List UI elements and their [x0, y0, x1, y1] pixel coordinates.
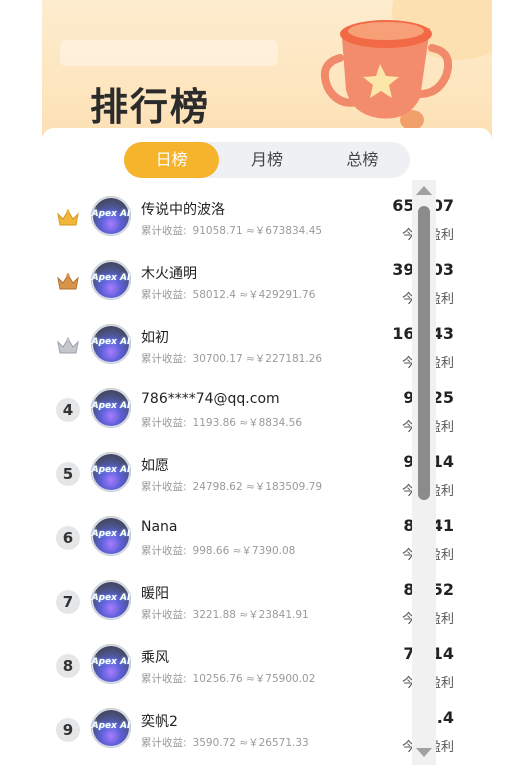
tab-daily[interactable]: 日榜: [124, 142, 220, 178]
cumulative-earnings: 累计收益: 3590.72 ≈￥26571.33: [141, 737, 309, 749]
avatar: Apex AI: [91, 324, 131, 364]
avatar: Apex AI: [91, 580, 131, 620]
scroll-up-arrow-icon[interactable]: [416, 186, 432, 195]
tab-monthly[interactable]: 月榜: [219, 142, 314, 178]
hero-decoration: [60, 40, 278, 66]
avatar: Apex AI: [91, 708, 131, 748]
gold-crown-icon: [57, 209, 79, 226]
avatar: Apex AI: [91, 516, 131, 556]
rank-badge: 4: [56, 398, 80, 422]
rank-badge: 5: [56, 462, 80, 486]
list-item[interactable]: 8 Apex AI 乘风 累计收益:10256.76 ≈￥75900.02 70…: [42, 628, 462, 692]
user-name: 如初: [141, 330, 169, 346]
user-name: Nana: [141, 519, 178, 535]
list-item[interactable]: Apex AI 传说中的波洛 累计收益: 91058.71 ≈￥673834.45…: [42, 180, 462, 244]
page-title: 排行榜: [90, 85, 211, 129]
user-name: 暖阳: [141, 586, 169, 602]
cumulative-earnings: 累计收益: 10256.76 ≈￥75900.02: [141, 673, 316, 685]
cumulative-earnings: 累计收益: 30700.17 ≈￥227181.26: [141, 353, 323, 365]
avatar: Apex AI: [91, 196, 131, 236]
avatar: Apex AI: [91, 644, 131, 684]
bronze-crown-icon: [57, 273, 79, 290]
tab-total[interactable]: 总榜: [315, 142, 410, 178]
trophy-icon: [321, 20, 452, 130]
list-item[interactable]: 9 Apex AI 奕帆2 累计收益:3590.72 ≈￥26571.33 62…: [42, 692, 462, 756]
list-item[interactable]: 7 Apex AI 暖阳 累计收益:3221.88 ≈￥23841.91 83.…: [42, 564, 462, 628]
list-item[interactable]: Apex AI 木火通明 累计收益:58012.4 ≈￥429291.76 39…: [42, 244, 462, 308]
cumulative-earnings: 累计收益: 58012.4 ≈￥429291.76: [141, 289, 316, 301]
user-name: 奕帆2: [141, 714, 178, 730]
rank-badge: 8: [56, 654, 80, 678]
cumulative-earnings: 累计收益: 91058.71 ≈￥673834.45: [141, 225, 323, 237]
user-name: 传说中的波洛: [141, 202, 225, 218]
list-item[interactable]: Apex AI 如初 累计收益:30700.17 ≈￥227181.26 164…: [42, 308, 462, 372]
cumulative-earnings: 累计收益: 24798.62 ≈￥183509.79: [141, 481, 323, 493]
avatar: Apex AI: [91, 452, 131, 492]
scroll-down-arrow-icon[interactable]: [416, 748, 432, 757]
list-item[interactable]: 6 Apex AI Nana 累计收益:998.66 ≈￥7390.08 88.…: [42, 500, 462, 564]
ranking-list: Apex AI 传说中的波洛 累计收益: 91058.71 ≈￥673834.45…: [42, 180, 462, 756]
cumulative-earnings: 累计收益: 998.66 ≈￥7390.08: [141, 545, 296, 557]
user-name: 乘风: [141, 650, 169, 666]
cumulative-earnings: 累计收益: 3221.88 ≈￥23841.91: [141, 609, 309, 621]
list-item[interactable]: 4 Apex AI 786****74@qq.com 累计收益: 1193.86 …: [42, 372, 462, 436]
scrollbar-thumb[interactable]: [418, 206, 430, 500]
user-name: 如愿: [141, 458, 169, 474]
rank-badge: 6: [56, 526, 80, 550]
silver-crown-icon: [57, 337, 79, 354]
user-name: 木火通明: [141, 266, 197, 282]
list-item[interactable]: 5 Apex AI 如愿 累计收益:24798.62 ≈￥183509.79 9…: [42, 436, 462, 500]
rank-badge: 7: [56, 590, 80, 614]
rank-badge: 9: [56, 718, 80, 742]
avatar: Apex AI: [91, 388, 131, 428]
period-tabs: 日榜 月榜 总榜: [124, 142, 410, 178]
cumulative-earnings: 累计收益: 1193.86 ≈￥8834.56: [141, 417, 303, 429]
avatar: Apex AI: [91, 260, 131, 300]
user-name: 786****74@qq.com: [141, 391, 280, 407]
